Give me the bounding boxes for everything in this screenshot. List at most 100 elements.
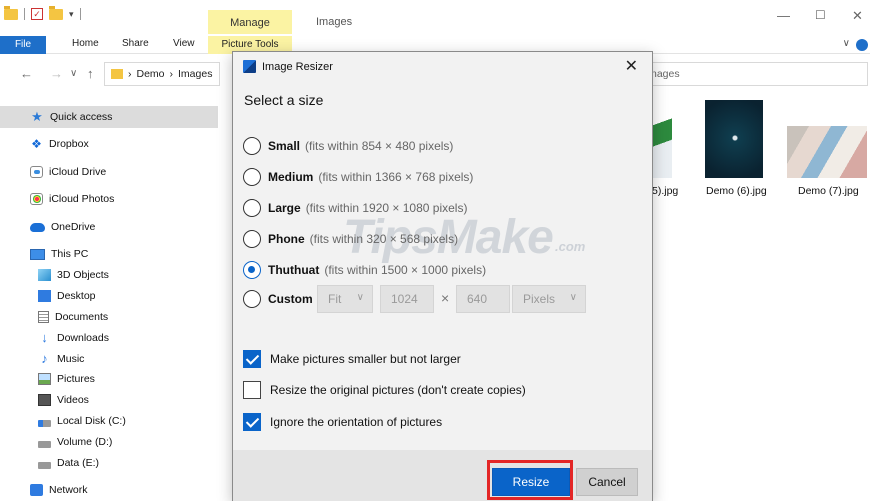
- sidebar-item-label: Data (E:): [57, 457, 100, 469]
- unit-select[interactable]: Pixels ∨: [512, 285, 586, 313]
- help-icon[interactable]: [856, 39, 868, 51]
- minimize-icon[interactable]: —: [777, 8, 790, 23]
- properties-icon[interactable]: ✓: [31, 8, 43, 20]
- search-input[interactable]: nages: [640, 62, 868, 86]
- folder-icon[interactable]: [4, 5, 18, 20]
- option-description: (fits within 1366 × 768 pixels): [318, 170, 474, 184]
- pictures-icon: [38, 373, 51, 385]
- breadcrumb-demo[interactable]: Demo: [137, 68, 165, 80]
- separator: [24, 8, 25, 20]
- forward-arrow-icon[interactable]: →: [50, 66, 63, 81]
- size-option-medium[interactable]: Medium (fits within 1366 × 768 pixels): [243, 167, 473, 187]
- sidebar-item-data-e[interactable]: Data (E:): [38, 452, 99, 474]
- sidebar-item-label: iCloud Drive: [49, 166, 107, 178]
- up-arrow-icon[interactable]: ↑: [87, 66, 94, 81]
- sidebar-item-music[interactable]: ♪ Music: [38, 348, 84, 370]
- file-thumbnail[interactable]: [787, 126, 867, 178]
- radio-button[interactable]: [243, 199, 261, 217]
- breadcrumb-images[interactable]: Images: [178, 68, 212, 80]
- separator: [79, 8, 81, 20]
- sidebar-item-desktop[interactable]: Desktop: [38, 285, 96, 307]
- documents-icon: [38, 311, 49, 323]
- radio-button[interactable]: [243, 137, 261, 155]
- sidebar-item-icloud-drive[interactable]: iCloud Drive: [30, 161, 106, 183]
- option-name: Thuthuat: [268, 263, 320, 277]
- size-option-large[interactable]: Large (fits within 1920 × 1080 pixels): [243, 198, 467, 218]
- size-option-small[interactable]: Small (fits within 854 × 480 pixels): [243, 136, 453, 156]
- maximize-icon[interactable]: ☐: [815, 8, 826, 22]
- option-name: Small: [268, 139, 301, 153]
- dialog-heading: Select a size: [244, 92, 324, 108]
- new-folder-icon[interactable]: [49, 5, 63, 20]
- sidebar-item-documents[interactable]: Documents: [38, 306, 108, 328]
- file-name[interactable]: 5).jpg: [652, 185, 678, 197]
- sidebar-item-label: Quick access: [50, 111, 113, 123]
- radio-button[interactable]: [243, 168, 261, 186]
- sidebar-item-label: Dropbox: [49, 138, 89, 150]
- option-ignore-orientation[interactable]: Ignore the orientation of pictures: [243, 413, 442, 431]
- fit-mode-select[interactable]: Fit ∨: [317, 285, 373, 313]
- window-title: Images: [316, 16, 353, 28]
- sidebar-item-volume-d[interactable]: Volume (D:): [38, 431, 112, 453]
- select-value: Pixels: [523, 292, 556, 306]
- option-description: (fits within 1500 × 1000 pixels): [324, 263, 487, 277]
- sidebar-item-icloud-photos[interactable]: iCloud Photos: [30, 188, 114, 210]
- checkbox-checked[interactable]: [243, 413, 261, 431]
- option-smaller-not-larger[interactable]: Make pictures smaller but not larger: [243, 350, 461, 368]
- videos-icon: [38, 394, 51, 406]
- sidebar-item-pictures[interactable]: Pictures: [38, 368, 95, 390]
- size-option-custom[interactable]: Custom: [243, 289, 318, 309]
- checkbox[interactable]: [243, 381, 261, 399]
- height-input[interactable]: 640: [456, 285, 510, 313]
- network-icon: [30, 484, 43, 496]
- address-input[interactable]: › Demo › Images: [104, 62, 220, 86]
- tab-manage[interactable]: Manage: [208, 10, 292, 34]
- chevron-down-icon[interactable]: ▾: [69, 9, 74, 20]
- tab-view[interactable]: View: [173, 38, 195, 49]
- width-input[interactable]: 1024: [380, 285, 434, 313]
- sidebar-item-dropbox[interactable]: ❖ Dropbox: [30, 133, 89, 155]
- close-icon[interactable]: ✕: [625, 56, 638, 76]
- option-name: Phone: [268, 232, 305, 246]
- option-description: (fits within 854 × 480 pixels): [305, 139, 454, 153]
- sidebar-item-label: Local Disk (C:): [57, 415, 126, 427]
- recent-chevron-icon[interactable]: ∨: [70, 68, 77, 79]
- sidebar-item-label: Music: [57, 353, 85, 365]
- file-thumbnail[interactable]: [705, 100, 763, 178]
- image-resizer-dialog: Image Resizer ✕ Select a size TipsMake .…: [232, 51, 653, 501]
- close-window-icon[interactable]: ✕: [852, 8, 863, 24]
- music-icon: ♪: [41, 351, 48, 366]
- file-thumbnail[interactable]: [652, 100, 672, 178]
- sidebar-item-network[interactable]: Network: [30, 479, 88, 501]
- sidebar-item-label: Videos: [57, 394, 89, 406]
- sidebar-item-label: This PC: [51, 248, 89, 260]
- tab-share[interactable]: Share: [122, 38, 149, 49]
- radio-button[interactable]: [243, 230, 261, 248]
- expand-ribbon-icon[interactable]: ∨: [843, 38, 850, 49]
- option-resize-original[interactable]: Resize the original pictures (don't crea…: [243, 381, 526, 399]
- sidebar-item-this-pc[interactable]: This PC: [30, 243, 88, 265]
- highlight-box: [487, 460, 573, 500]
- star-icon: ★: [31, 109, 43, 124]
- sidebar-item-onedrive[interactable]: OneDrive: [30, 216, 95, 238]
- downloads-icon: ↓: [41, 330, 48, 345]
- radio-button[interactable]: [243, 290, 261, 308]
- file-name[interactable]: Demo (6).jpg: [706, 185, 767, 197]
- size-option-thuthuat[interactable]: Thuthuat (fits within 1500 × 1000 pixels…: [243, 260, 486, 280]
- sidebar-item-quick-access[interactable]: ★ Quick access: [0, 106, 218, 128]
- sidebar-item-label: iCloud Photos: [49, 193, 115, 205]
- checkbox-checked[interactable]: [243, 350, 261, 368]
- file-name[interactable]: Demo (7).jpg: [798, 185, 859, 197]
- sidebar-item-local-disk-c[interactable]: Local Disk (C:): [38, 410, 126, 432]
- tab-file[interactable]: File: [0, 36, 46, 54]
- radio-button-selected[interactable]: [243, 261, 261, 279]
- sidebar-item-label: Documents: [55, 311, 109, 323]
- sidebar-item-downloads[interactable]: ↓ Downloads: [38, 327, 109, 349]
- size-option-phone[interactable]: Phone (fits within 320 × 568 pixels): [243, 229, 458, 249]
- back-arrow-icon[interactable]: ←: [20, 66, 33, 81]
- tab-home[interactable]: Home: [72, 38, 99, 49]
- breadcrumb-separator: ›: [128, 68, 132, 80]
- cancel-button[interactable]: Cancel: [576, 468, 638, 496]
- sidebar-item-3d-objects[interactable]: 3D Objects: [38, 264, 109, 286]
- sidebar-item-videos[interactable]: Videos: [38, 389, 89, 411]
